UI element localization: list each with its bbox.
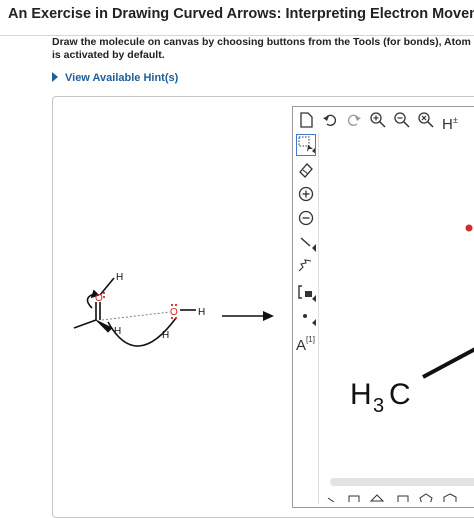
reaction-scheme: H O H H O H <box>73 272 274 347</box>
canvas-horizontal-scrollbar[interactable] <box>330 478 474 486</box>
instructions-line-2: is activated by default. <box>52 49 165 61</box>
page-title: An Exercise in Drawing Curved Arrows: In… <box>8 6 474 22</box>
undo-icon[interactable] <box>320 110 340 130</box>
clear-canvas-icon[interactable] <box>416 110 436 130</box>
atom-label-tool-icon[interactable]: A[1] <box>296 330 316 354</box>
template-line-icon <box>327 497 335 502</box>
bracket-tool-icon[interactable] <box>296 282 316 302</box>
atom-h-left-lower: H <box>114 326 121 337</box>
view-hints-label: View Available Hint(s) <box>65 72 179 84</box>
explicit-hydrogens-icon[interactable]: H± <box>442 110 462 133</box>
red-atom-dot <box>465 224 473 232</box>
redo-icon[interactable] <box>344 110 364 130</box>
radical-icon[interactable] <box>296 306 316 326</box>
atom-h-right: H <box>198 307 205 318</box>
instructions: Draw the molecule on canvas by choosing … <box>52 36 474 64</box>
instructions-line-1: Draw the molecule on canvas by choosing … <box>52 36 471 48</box>
canvas-methyl-c: C <box>389 378 411 411</box>
explicit-hydrogens-label: H <box>442 116 453 133</box>
eraser-icon[interactable] <box>296 160 316 180</box>
atom-o-left: O <box>95 293 103 304</box>
canvas-methyl-h: H <box>350 378 372 411</box>
template-triangle-icon <box>369 494 385 502</box>
canvas-methyl-subscript: 3 <box>373 395 384 417</box>
new-document-icon[interactable] <box>296 110 316 130</box>
negative-charge-icon[interactable] <box>296 208 316 228</box>
chain-tool-icon[interactable] <box>296 256 316 276</box>
selection-tool-icon[interactable] <box>296 134 316 156</box>
atom-o-right: O <box>170 307 178 318</box>
atom-tool-letter: A <box>296 337 307 354</box>
canvas-bond <box>422 347 474 379</box>
editor-top-toolbar: H± <box>294 108 474 134</box>
lone-pairs <box>102 291 178 320</box>
atom-h-middle: H <box>162 330 169 341</box>
zoom-in-icon[interactable] <box>368 110 388 130</box>
bond-methyl-left <box>73 319 97 329</box>
view-hints-link[interactable]: View Available Hint(s) <box>52 72 178 84</box>
bottom-template-toolbar <box>327 493 457 502</box>
expand-triangle-icon <box>52 72 58 82</box>
template-square-icon <box>397 495 409 502</box>
atom-h-top: H <box>116 272 123 283</box>
atom-tool-superscript: [1] <box>306 335 315 344</box>
positive-charge-icon[interactable] <box>296 184 316 204</box>
reaction-arrow <box>222 311 274 321</box>
single-bond-icon[interactable] <box>296 232 316 252</box>
template-rectangle-icon <box>348 495 360 502</box>
drawing-canvas[interactable]: H 3 C <box>319 134 474 504</box>
editor-left-toolbar: A[1] <box>294 134 319 504</box>
bond-dashed-to-oh <box>101 311 171 321</box>
zoom-out-icon[interactable] <box>392 110 412 130</box>
